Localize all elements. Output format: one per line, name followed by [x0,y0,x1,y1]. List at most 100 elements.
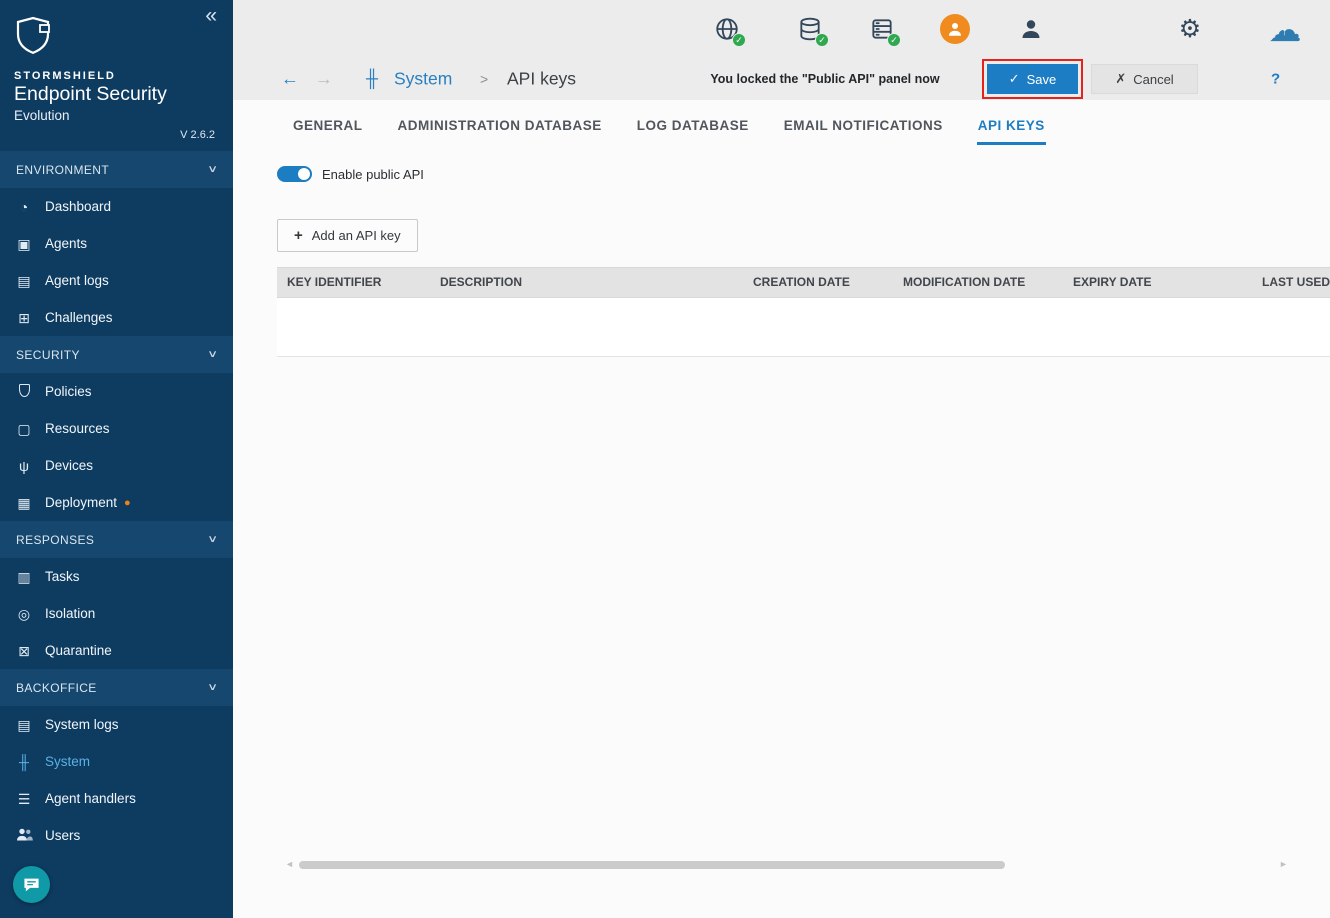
api-keys-panel: Enable public API + Add an API key KEY I… [233,166,1330,357]
speech-bubble-icon [24,878,39,891]
sidebar-item-label: Agents [45,236,88,251]
user-icon[interactable] [1016,14,1046,44]
chevron-down-icon: ∨ [207,164,219,175]
status-ok-badge: ✓ [732,33,746,47]
sidebar-item-users[interactable]: Users [0,817,233,854]
sidebar-item-isolation[interactable]: ◎ Isolation [0,595,233,632]
session-user-circle [940,14,970,44]
breadcrumb-current: API keys [507,68,577,89]
column-expiry-date[interactable]: EXPIRY DATE [1073,268,1151,297]
settings-gear-icon[interactable]: ⚙ [1175,14,1205,44]
sidebar-item-label: Dashboard [45,199,112,214]
sidebar-item-label: System logs [45,717,119,732]
sidebar-section-backoffice[interactable]: BACKOFFICE ∨ [0,669,233,706]
sidebar-item-deployment[interactable]: ▦ Deployment ● [0,484,233,521]
save-button[interactable]: ✓ Save [987,64,1078,94]
sidebar-item-agents[interactable]: ▣ Agents [0,225,233,262]
sidebar-item-label: Agent logs [45,273,109,288]
column-last-used[interactable]: LAST USED [1262,268,1330,297]
sidebar-item-agent-logs[interactable]: ▤ Agent logs [0,262,233,299]
users-icon [15,828,33,843]
tab-api-keys[interactable]: API KEYS [976,112,1046,145]
api-keys-table: KEY IDENTIFIER DESCRIPTION CREATION DATE… [277,267,1330,357]
sidebar-item-devices[interactable]: ψ Devices [0,447,233,484]
deployment-icon: ▦ [17,494,31,511]
sidebar-item-tasks[interactable]: ▥ Tasks [0,558,233,595]
cloud-icon[interactable]: ☁ ↑ [1269,13,1302,46]
stormshield-logo-icon [16,16,50,54]
check-icon: ✓ [1008,71,1020,86]
challenges-icon: ⊞ [18,309,30,326]
agent-handlers-icon: ☰ [17,790,31,807]
sidebar-item-policies[interactable]: Policies [0,373,233,410]
sidebar-item-dashboard[interactable]: ◔ Dashboard [0,188,233,225]
section-label: RESPONSES [16,532,95,547]
deployment-notification-dot: ● [124,496,131,509]
brand-block: STORMSHIELD Endpoint Security Evolution … [0,0,233,141]
sidebar-item-challenges[interactable]: ⊞ Challenges [0,299,233,336]
column-description[interactable]: DESCRIPTION [440,268,522,297]
collapse-sidebar-icon[interactable]: « [205,4,217,28]
breadcrumb-separator: > [480,71,489,87]
brand-product: Endpoint Security [14,83,167,105]
back-arrow-icon[interactable]: ← [281,69,299,90]
brand-edition: Evolution [14,108,70,123]
forward-arrow-icon[interactable]: → [315,69,333,90]
quarantine-icon: ⊠ [18,642,30,659]
feedback-chat-button[interactable] [13,866,50,903]
shield-icon [15,384,33,399]
system-sliders-icon: ╫ [366,69,379,88]
hscroll-right-arrow[interactable]: ► [1279,859,1288,869]
cancel-button[interactable]: ✗ Cancel [1091,64,1198,94]
section-label: SECURITY [16,347,80,362]
breadcrumb-root[interactable]: System [394,69,452,90]
sidebar-section-security[interactable]: SECURITY ∨ [0,336,233,373]
toggle-label: Enable public API [322,166,424,182]
sidebar-item-agent-handlers[interactable]: ☰ Agent handlers [0,780,233,817]
table-empty-body [277,298,1330,357]
tab-general[interactable]: GENERAL [292,112,364,145]
app-window: « STORMSHIELD Endpoint Security Evolutio… [0,0,1330,918]
sidebar-item-label: Agent handlers [45,791,136,806]
resources-icon: ▢ [17,420,31,437]
sidebar-item-resources[interactable]: ▢ Resources [0,410,233,447]
enable-public-api-toggle[interactable] [277,166,312,182]
cloud-up-arrow: ↑ [1282,27,1287,38]
column-key-identifier[interactable]: KEY IDENTIFIER [287,268,381,297]
sidebar-item-system-logs[interactable]: ▤ System logs [0,706,233,743]
enable-public-api-row: Enable public API [277,166,1330,182]
add-api-key-button[interactable]: + Add an API key [277,219,418,252]
tab-administration-database[interactable]: ADMINISTRATION DATABASE [397,112,603,145]
chevron-down-icon: ∨ [207,682,219,693]
sidebar-section-environment[interactable]: ENVIRONMENT ∨ [0,151,233,188]
brand-name: STORMSHIELD [14,70,116,82]
sidebar: « STORMSHIELD Endpoint Security Evolutio… [0,0,233,918]
sidebar-section-responses[interactable]: RESPONSES ∨ [0,521,233,558]
server-status-icon[interactable]: ✓ [867,14,901,47]
sidebar-item-label: Quarantine [45,643,112,658]
sidebar-item-label: Challenges [45,310,113,325]
hscroll-thumb[interactable] [299,861,1005,869]
sidebar-item-label: Policies [45,384,92,399]
plus-icon: + [294,227,303,244]
session-user-icon[interactable] [940,14,970,44]
sidebar-item-label: Isolation [45,606,96,621]
sidebar-item-quarantine[interactable]: ⊠ Quarantine [0,632,233,669]
help-icon[interactable]: ? [1271,71,1280,88]
hscroll-left-arrow[interactable]: ◄ [285,859,294,869]
chevron-down-icon: ∨ [207,349,219,360]
web-status-icon[interactable]: ✓ [712,14,746,47]
sidebar-item-label: Users [45,828,81,843]
lock-notice: You locked the "Public API" panel now [710,72,940,86]
sidebar-item-system[interactable]: ╫ System [0,743,233,780]
tasks-icon: ▥ [17,568,31,585]
action-bar: ← → ╫ System > API keys You locked the "… [233,58,1330,100]
column-modification-date[interactable]: MODIFICATION DATE [903,268,1025,297]
database-status-icon[interactable]: ✓ [795,14,829,47]
sidebar-item-label: Resources [45,421,110,436]
cross-icon: ✗ [1115,71,1127,86]
sidebar-item-label: Deployment [45,495,118,510]
tab-email-notifications[interactable]: EMAIL NOTIFICATIONS [783,112,944,145]
tab-log-database[interactable]: LOG DATABASE [636,112,750,145]
column-creation-date[interactable]: CREATION DATE [753,268,850,297]
